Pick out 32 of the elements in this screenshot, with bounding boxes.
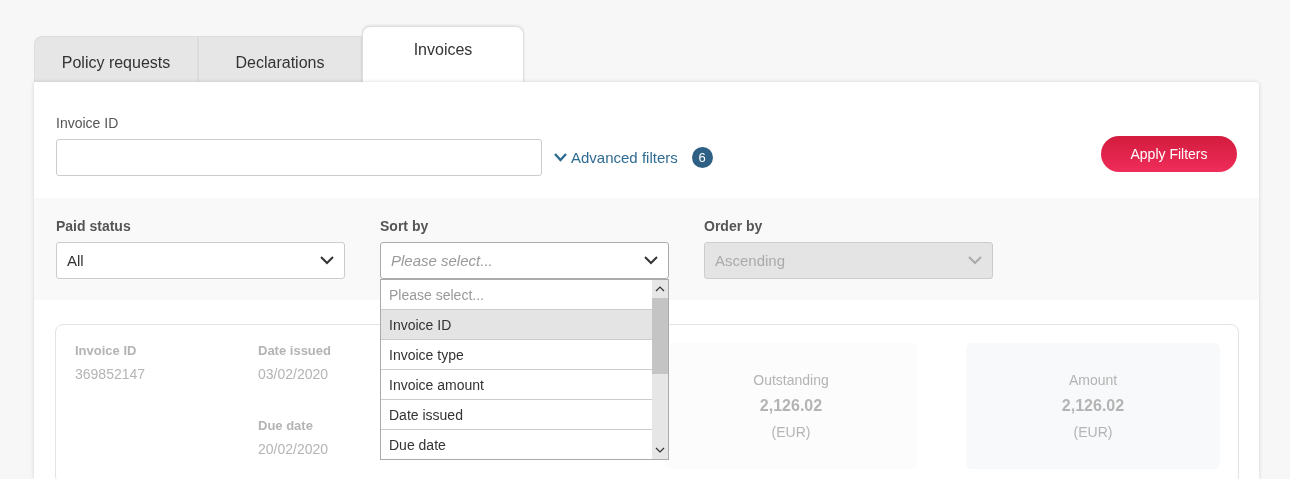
scroll-down-icon[interactable] xyxy=(655,447,665,453)
tab[interactable]: Policy requests xyxy=(34,36,198,82)
field-label: Invoice ID xyxy=(75,343,137,358)
tile-label: Amount xyxy=(1068,372,1118,388)
field-value: 03/02/2020 xyxy=(258,366,329,382)
tile-label: Outstanding xyxy=(753,372,829,388)
chevron-down-icon xyxy=(968,256,982,265)
count-badge: 6 xyxy=(691,147,713,168)
tab[interactable]: Invoices xyxy=(362,26,524,82)
field-label: Invoice ID xyxy=(56,115,120,131)
tile-amount: 2,126.02 xyxy=(759,397,823,415)
field-label: Date issued xyxy=(258,343,331,358)
field-value: 369852147 xyxy=(75,366,146,382)
chevron-down-icon xyxy=(554,153,567,162)
tab[interactable]: Declarations xyxy=(198,36,362,82)
field-label: Due date xyxy=(258,418,313,433)
chevron-down-icon xyxy=(644,256,658,265)
scrollbar[interactable] xyxy=(652,280,668,459)
tile-amount: 2,126.02 xyxy=(1061,397,1125,415)
invoice-id-field[interactable] xyxy=(56,139,542,176)
field-label: Sort by xyxy=(380,218,430,234)
apply-filters-button[interactable]: Apply Filters xyxy=(1101,136,1237,172)
select-field[interactable]: All xyxy=(56,242,345,279)
tile-currency: (EUR) xyxy=(771,424,811,440)
advanced-filters-link[interactable]: Advanced filters xyxy=(554,149,678,166)
tile-currency: (EUR) xyxy=(1073,424,1113,440)
field-value: 20/02/2020 xyxy=(258,441,329,457)
scroll-up-icon[interactable] xyxy=(655,286,665,292)
field-label: Paid status xyxy=(56,218,132,234)
chevron-down-icon xyxy=(320,256,334,265)
field-label: Order by xyxy=(704,218,764,234)
dropdown-option[interactable]: Invoice ID xyxy=(381,310,652,340)
